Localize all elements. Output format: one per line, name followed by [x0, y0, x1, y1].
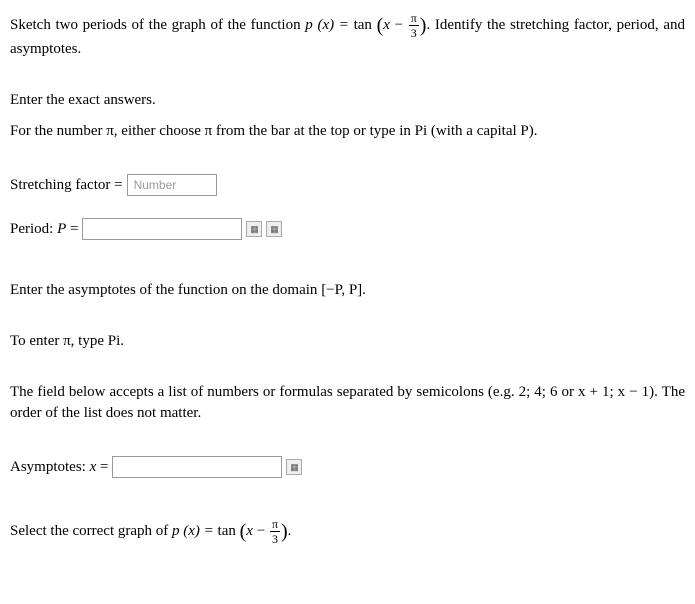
intro-text-prefix: Sketch two periods of the graph of the f…	[10, 17, 305, 33]
period-row: Period: P = ▦ ▦	[10, 218, 685, 240]
stretching-factor-label: Stretching factor =	[10, 175, 123, 196]
domain-interval: [−P, P]	[321, 282, 362, 298]
equation-editor-icon[interactable]: ▦	[286, 459, 302, 475]
graph-select-prompt: Select the correct graph of p (x) = tan …	[10, 518, 685, 545]
question-intro: Sketch two periods of the graph of the f…	[10, 12, 685, 60]
period-input[interactable]	[82, 218, 242, 240]
function-expression-2: p (x) = tan (x − π3)	[172, 523, 288, 539]
stretching-factor-row: Stretching factor =	[10, 174, 685, 196]
instruction-pi: For the number π, either choose π from t…	[10, 121, 685, 142]
asymptotes-row: Asymptotes: x = ▦	[10, 456, 685, 478]
function-expression: p (x) = tan (x − π3)	[305, 17, 426, 33]
instruction-exact: Enter the exact answers.	[10, 90, 685, 111]
help-icon[interactable]: ▦	[266, 221, 282, 237]
asymptotes-label: Asymptotes: x =	[10, 457, 108, 478]
asymptotes-input[interactable]	[112, 456, 282, 478]
stretching-factor-input[interactable]	[127, 174, 217, 196]
equation-editor-icon[interactable]: ▦	[246, 221, 262, 237]
list-format-note: The field below accepts a list of number…	[10, 382, 685, 424]
period-label: Period: P =	[10, 219, 78, 240]
asymptote-intro: Enter the asymptotes of the function on …	[10, 280, 685, 301]
fraction: π3	[409, 12, 419, 39]
asymptote-pi-note: To enter π, type Pi.	[10, 331, 685, 352]
fraction: π3	[270, 518, 280, 545]
